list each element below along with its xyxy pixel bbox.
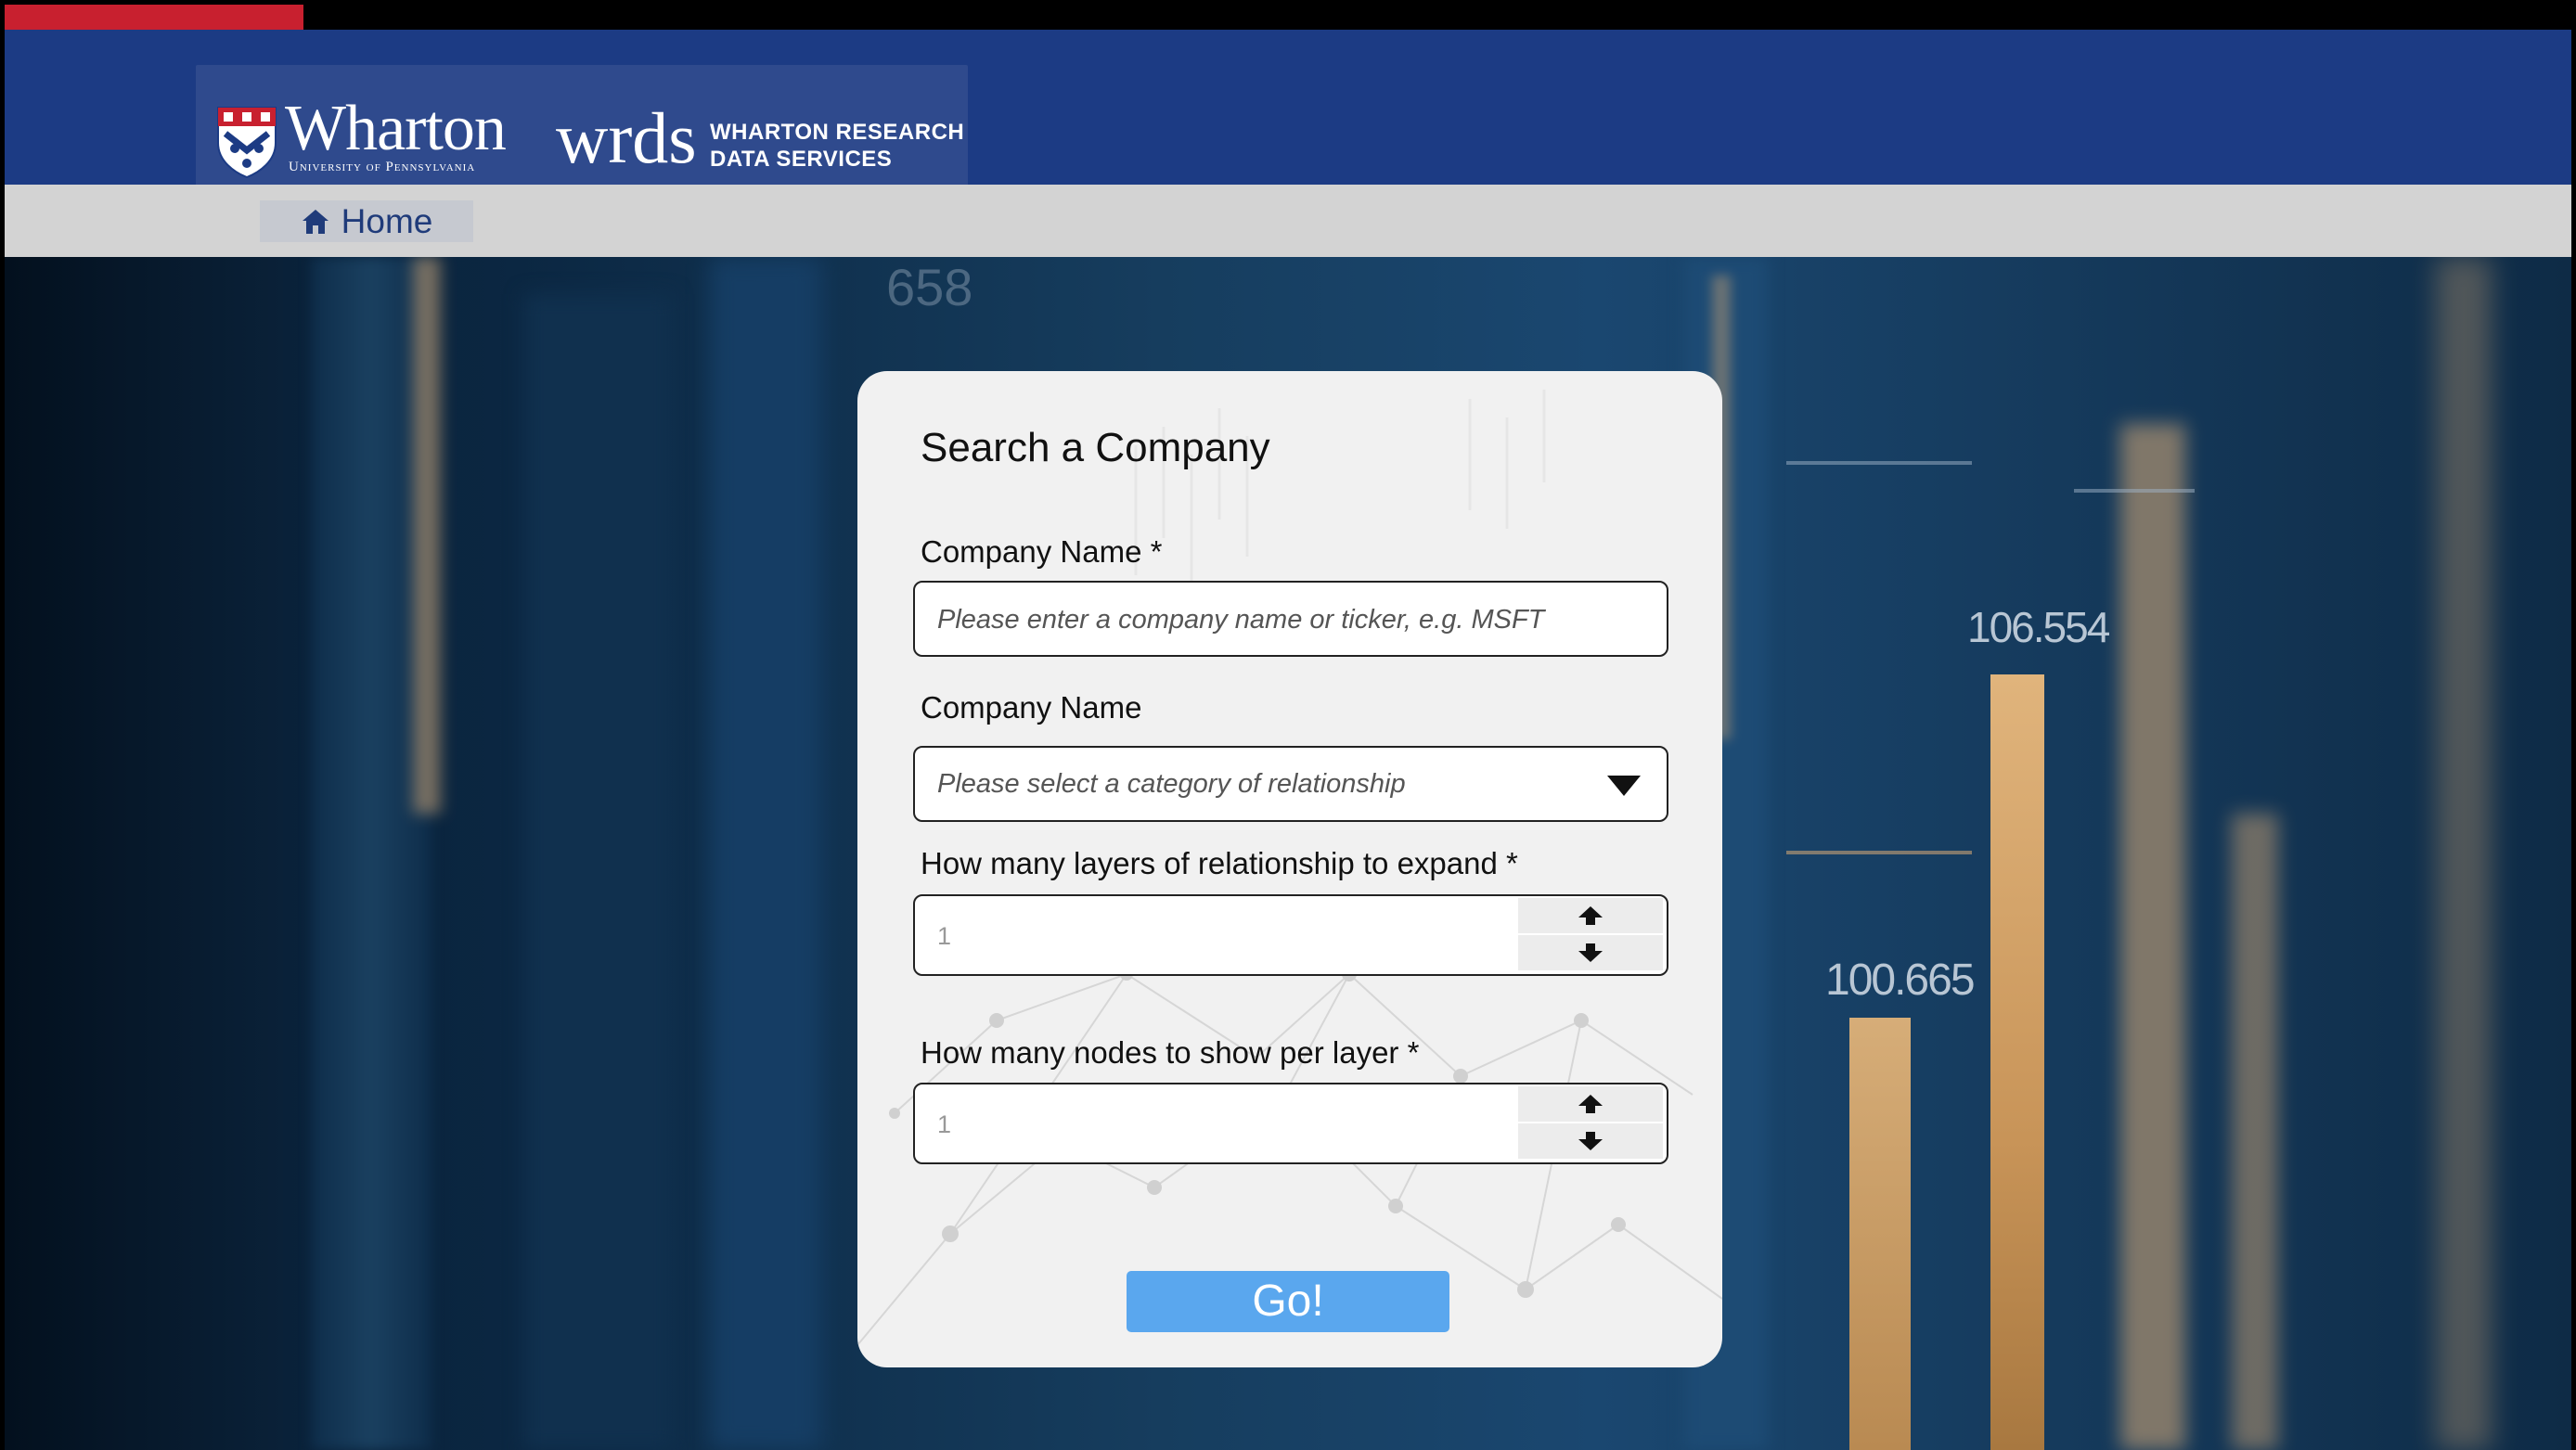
arrow-up-icon — [1578, 1095, 1603, 1113]
chart-value-658: 658 — [886, 258, 973, 316]
wharton-wrds-logo[interactable]: Wharton University of Pennsylvania wrds … — [196, 65, 968, 196]
layers-label: How many layers of relationship to expan… — [921, 846, 1518, 880]
company-name-field — [913, 581, 1668, 657]
arrow-down-icon — [1578, 943, 1603, 962]
wrds-wordmark: wrds — [556, 97, 697, 178]
layers-stepper[interactable]: 1 — [913, 894, 1668, 976]
penn-shield-icon — [217, 107, 277, 178]
wrds-subtitle-line2: DATA SERVICES — [710, 147, 893, 172]
chart-value-106: 106.554 — [1967, 603, 2110, 651]
nodes-decrement-button[interactable] — [1518, 1123, 1663, 1159]
form-title: Search a Company — [921, 425, 1270, 470]
nodes-increment-button[interactable] — [1518, 1086, 1663, 1122]
site-header: Wharton University of Pennsylvania wrds … — [5, 30, 2571, 196]
caret-down-icon — [1607, 776, 1641, 796]
home-label: Home — [341, 201, 433, 240]
wharton-wordmark: Wharton — [285, 93, 507, 164]
relationship-label: Company Name — [921, 690, 1142, 725]
relationship-select[interactable]: Please select a category of relationship — [913, 746, 1668, 822]
layers-increment-button[interactable] — [1518, 898, 1663, 933]
wrds-subtitle-line1: WHARTON RESEARCH — [710, 120, 965, 145]
go-button[interactable]: Go! — [1127, 1271, 1449, 1332]
university-subtitle: University of Pennsylvania — [289, 160, 476, 174]
layers-value: 1 — [937, 922, 952, 950]
wrds-subtitle: WHARTON RESEARCH DATA SERVICES — [710, 119, 964, 173]
home-icon — [302, 209, 328, 234]
chart-value-100: 100.665 — [1825, 956, 1976, 1005]
layers-decrement-button[interactable] — [1518, 935, 1663, 970]
relationship-placeholder: Please select a category of relationship — [937, 769, 1406, 799]
arrow-down-icon — [1578, 1132, 1603, 1150]
company-name-label: Company Name * — [921, 534, 1163, 569]
search-card: Search a Company Company Name * Company … — [857, 371, 1722, 1367]
nodes-stepper[interactable]: 1 — [913, 1083, 1668, 1164]
top-strip — [0, 0, 2576, 30]
arrow-up-icon — [1578, 906, 1603, 925]
accent-bar — [5, 5, 303, 30]
nav-bar: Home — [5, 185, 2571, 257]
nodes-value: 1 — [937, 1110, 952, 1138]
home-nav-link[interactable]: Home — [260, 200, 473, 242]
nodes-label: How many nodes to show per layer * — [921, 1035, 1420, 1070]
company-name-input[interactable] — [935, 583, 1644, 657]
